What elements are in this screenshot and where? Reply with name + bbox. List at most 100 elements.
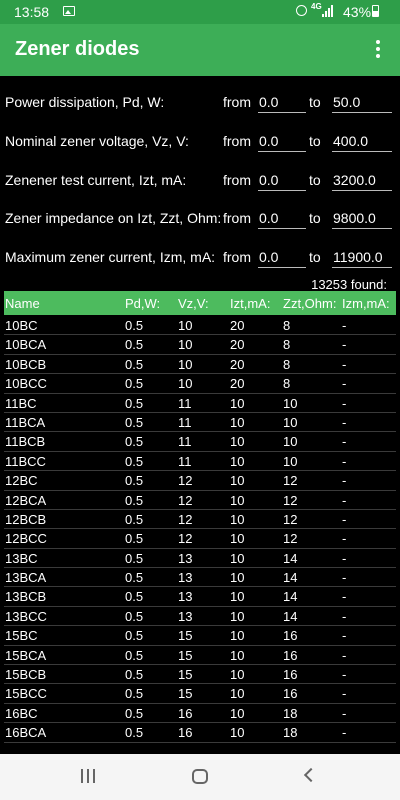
cell-vz: 12: [178, 511, 193, 527]
table-row[interactable]: 10BCA 0.5 10 20 8 -: [4, 335, 396, 355]
cell-name: 15BC: [5, 628, 38, 644]
cell-pd: 0.5: [125, 318, 144, 333]
cell-izm: -: [342, 647, 347, 663]
table-row[interactable]: 12BCC 0.5 12 10 12 -: [4, 529, 396, 549]
cell-vz: 15: [178, 628, 193, 644]
cell-izm: -: [342, 376, 347, 392]
to-label: to: [309, 94, 321, 110]
zzt-to-input[interactable]: [332, 205, 392, 229]
table-row[interactable]: 10BC 0.5 10 20 8 -: [4, 316, 396, 336]
more-vert-icon[interactable]: [366, 36, 390, 64]
battery-percent: 43%: [343, 4, 372, 20]
header-zzt[interactable]: Zzt,Ohm:: [283, 296, 336, 311]
back-icon[interactable]: [303, 767, 319, 783]
cell-vz: 12: [178, 473, 193, 489]
cell-izm: -: [342, 395, 347, 411]
table-row[interactable]: 12BC 0.5 12 10 12 -: [4, 471, 396, 491]
cell-zzt: 16: [283, 628, 298, 644]
table-header: Name Pd,W: Vz,V: Izt,mA: Zzt,Ohm: Izm,mA…: [4, 291, 396, 315]
table-row[interactable]: 15BCA 0.5 15 10 16 -: [4, 646, 396, 666]
table-row[interactable]: 13BCA 0.5 13 10 14 -: [4, 568, 396, 588]
filter-max-current: Maximum zener current, Izm, mA: from to: [0, 242, 400, 272]
table-row[interactable]: 10BCB 0.5 10 20 8 -: [4, 355, 396, 375]
cell-name: 13BCC: [5, 608, 47, 624]
cell-izm: -: [342, 589, 347, 605]
cell-izt: 10: [230, 550, 245, 566]
cell-zzt: 8: [283, 318, 291, 333]
table-row[interactable]: 13BC 0.5 13 10 14 -: [4, 549, 396, 569]
cell-vz: 12: [178, 492, 193, 508]
cell-vz: 13: [178, 550, 193, 566]
cell-izm: -: [342, 356, 347, 372]
header-izt[interactable]: Izt,mA:: [230, 296, 270, 311]
vz-from-input[interactable]: [258, 128, 306, 152]
cell-zzt: 12: [283, 531, 298, 547]
table-row[interactable]: 12BCA 0.5 12 10 12 -: [4, 491, 396, 510]
cell-pd: 0.5: [125, 473, 144, 489]
izm-to-input[interactable]: [332, 244, 392, 268]
cell-izm: -: [342, 608, 347, 624]
cell-pd: 0.5: [125, 705, 144, 721]
cell-pd: 0.5: [125, 531, 144, 547]
cell-pd: 0.5: [125, 492, 144, 508]
cell-zzt: 12: [283, 492, 298, 508]
cell-vz: 15: [178, 647, 193, 663]
cell-zzt: 16: [283, 647, 298, 663]
table-row[interactable]: 15BCB 0.5 15 10 16 -: [4, 665, 396, 685]
cell-name: 15BCC: [5, 686, 47, 702]
cell-izm: -: [342, 434, 347, 450]
table-row[interactable]: 16BCA 0.5 16 10 18 -: [4, 723, 396, 743]
cell-name: 13BCB: [5, 589, 47, 605]
cell-zzt: 8: [283, 356, 291, 372]
table-body: 10BC 0.5 10 20 8 - 10BCA 0.5 10 20 8 - 10BCB 0.5 10 20 8…: [4, 316, 396, 752]
cell-izt: 10: [230, 589, 245, 605]
cell-vz: 11: [178, 395, 192, 411]
table-row[interactable]: 15BCC 0.5 15 10 16 -: [4, 684, 396, 704]
header-name[interactable]: Name: [5, 296, 40, 311]
cell-name: 10BCC: [5, 376, 47, 392]
cell-izt: 20: [230, 318, 245, 333]
header-pd[interactable]: Pd,W:: [125, 296, 160, 311]
vz-to-input[interactable]: [332, 128, 392, 152]
alarm-icon: [296, 5, 307, 16]
table-row[interactable]: 16BC 0.5 16 10 18 -: [4, 704, 396, 724]
status-time: 13:58: [14, 4, 50, 20]
from-label: from: [223, 94, 251, 110]
filter-zener-voltage: Nominal zener voltage, Vz, V: from to: [0, 126, 400, 156]
recent-apps-icon[interactable]: [80, 769, 96, 783]
zzt-from-input[interactable]: [258, 205, 306, 229]
table-row[interactable]: 12BCB 0.5 12 10 12 -: [4, 510, 396, 530]
header-izm[interactable]: Izm,mA:: [342, 296, 390, 311]
cell-vz: 13: [178, 608, 193, 624]
filter-label: Maximum zener current, Izm, mA:: [5, 249, 216, 265]
cell-vz: 12: [178, 531, 193, 547]
pd-to-input[interactable]: [332, 89, 392, 113]
cell-vz: 16: [178, 705, 193, 721]
cell-name: 13BC: [5, 550, 38, 566]
izt-from-input[interactable]: [258, 167, 306, 191]
cell-vz: 11: [178, 434, 192, 450]
cell-zzt: 12: [283, 511, 298, 527]
table-row[interactable]: 15BC 0.5 15 10 16 -: [4, 626, 396, 646]
header-vz[interactable]: Vz,V:: [178, 296, 209, 311]
from-label: from: [223, 133, 251, 149]
table-row[interactable]: 13BCB 0.5 13 10 14 -: [4, 587, 396, 607]
cell-izt: 10: [230, 511, 245, 527]
home-icon[interactable]: [192, 769, 208, 784]
cell-izm: -: [342, 492, 347, 508]
cell-zzt: 10: [283, 453, 298, 469]
izm-from-input[interactable]: [258, 244, 306, 268]
table-row[interactable]: 11BC 0.5 11 10 10 -: [4, 394, 396, 413]
cell-zzt: 14: [283, 550, 298, 566]
cell-zzt: 18: [283, 705, 298, 721]
table-row[interactable]: 10BCC 0.5 10 20 8 -: [4, 374, 396, 394]
pd-from-input[interactable]: [258, 89, 306, 113]
table-row[interactable]: 11BCA 0.5 11 10 10 -: [4, 413, 396, 433]
izt-to-input[interactable]: [332, 167, 392, 191]
table-row[interactable]: 11BCC 0.5 11 10 10 -: [4, 452, 396, 472]
cell-zzt: 18: [283, 725, 298, 741]
cell-vz: 15: [178, 686, 193, 702]
cell-izt: 10: [230, 628, 245, 644]
table-row[interactable]: 11BCB 0.5 11 10 10 -: [4, 432, 396, 452]
table-row[interactable]: 13BCC 0.5 13 10 14 -: [4, 607, 396, 627]
